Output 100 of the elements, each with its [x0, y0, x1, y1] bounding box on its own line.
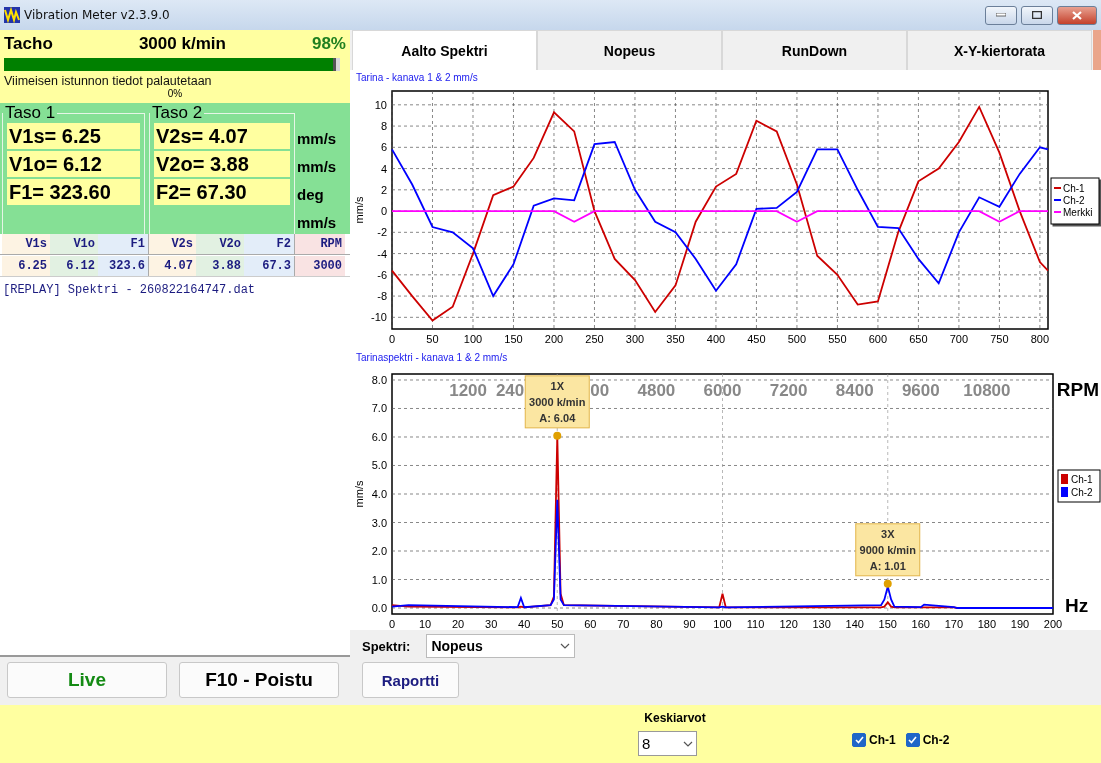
axis-tick-label: 300: [625, 333, 645, 345]
legend-label: Ch-2: [1063, 195, 1085, 206]
log-line: [REPLAY] Spektri - 260822164747.dat: [2, 282, 257, 297]
exit-button[interactable]: F10 - Poistu: [179, 662, 339, 698]
axis-tick-label: 10: [418, 618, 432, 630]
axis-tick-label: 6: [380, 141, 387, 154]
axis-tick-label: 110: [746, 618, 765, 630]
rpm-scale-label: 7200: [769, 381, 808, 400]
axis-tick-label: 60: [584, 618, 597, 630]
callout-text: 1X: [550, 379, 564, 392]
axis-tick-label: -8: [377, 290, 387, 303]
rpm-scale-label: 6000: [703, 381, 742, 400]
column-header: V1o: [50, 234, 98, 254]
callout-text: 9000 k/min: [859, 543, 916, 556]
axis-tick-label: 190: [1010, 618, 1030, 630]
callout-box: [524, 375, 590, 429]
reading-value: V2s= 4.07: [154, 123, 290, 149]
axis-tick-label: 1.0: [371, 573, 387, 586]
close-icon: [1072, 10, 1082, 20]
tab[interactable]: Aalto Spektri: [352, 30, 537, 70]
axis-tick-label: 140: [845, 618, 864, 630]
axis-tick-label: -2: [377, 226, 387, 239]
averages-select[interactable]: 8: [638, 731, 697, 756]
checkbox-icon[interactable]: [852, 733, 866, 747]
reading-value: F1= 323.60: [7, 179, 140, 205]
reading-value: V1o= 6.12: [7, 151, 140, 177]
axis-tick-label: 550: [828, 333, 847, 345]
table-cell: 6.12: [50, 256, 98, 276]
axis-tick-label: 0: [388, 618, 396, 630]
axis-tick-label: 650: [909, 333, 928, 345]
axis-tick-label: 80: [650, 618, 663, 630]
axis-tick-label: 4.0: [371, 488, 387, 500]
channel-checkbox[interactable]: Ch-2: [905, 733, 950, 747]
axis-tick-label: 50: [426, 333, 439, 345]
tab[interactable]: RunDown: [722, 30, 907, 70]
app-logo-icon: [4, 7, 20, 23]
checkbox-icon[interactable]: [905, 733, 920, 747]
status-text: Viimeisen istunnon tiedot palautetaan: [4, 74, 213, 88]
table-cell: 67.3: [244, 256, 294, 276]
axis-tick-label: 150: [504, 333, 523, 345]
callout-text: 3X: [881, 527, 895, 540]
axis-tick-label: 600: [868, 333, 888, 345]
chart-title: Tarina - kanava 1 & 2 mm/s: [355, 72, 479, 85]
spectrum-label: Spektri:: [362, 638, 411, 654]
progress-text: 0%: [167, 88, 183, 99]
table-cell: 6.25: [2, 256, 50, 276]
caret-icon: [560, 643, 571, 649]
channel-checkbox[interactable]: Ch-1: [852, 733, 896, 747]
hz-unit-label: Hz: [1065, 595, 1089, 616]
callout-text: A: 1.01: [869, 559, 906, 572]
axis-tick-label: 700: [949, 333, 969, 345]
axis-tick-label: 100: [713, 618, 732, 630]
averages-label: Keskiarvot: [644, 711, 706, 725]
chart-title: Tarinaspektri - kanava 1 & 2 mm/s: [355, 352, 509, 365]
table-cell: 3.88: [196, 256, 244, 276]
axis-tick-label: 200: [544, 333, 564, 345]
legend-label: Ch-2: [1071, 487, 1093, 498]
group-title: Taso 2: [151, 103, 204, 123]
rpm-scale-label: 10800: [963, 381, 1011, 400]
axis-tick-label: 30: [485, 618, 498, 630]
unit-label: deg: [297, 185, 325, 205]
axis-tick-label: 0: [388, 333, 396, 345]
axis-tick-label: 0.0: [371, 602, 387, 614]
window-title: Vibration Meter v2.3.9.0: [24, 8, 171, 22]
rpm-scale-label: 4800: [637, 381, 676, 400]
rpm-scale-label: 1200: [449, 381, 487, 400]
column-header: F2: [244, 234, 294, 254]
unit-label: mm/s: [297, 129, 338, 149]
rpm-unit-label: RPM: [1056, 379, 1099, 400]
maximize-button[interactable]: [1021, 5, 1053, 25]
minimize-button[interactable]: [985, 5, 1017, 25]
live-button[interactable]: Live: [7, 662, 167, 698]
axis-tick-label: 70: [617, 618, 630, 630]
rpm-scale-label: 9600: [901, 381, 940, 400]
axis-tick-label: 750: [990, 333, 1009, 345]
axis-tick-label: 40: [518, 618, 531, 630]
spectrum-select[interactable]: Nopeus: [426, 634, 576, 658]
column-header: V2s: [148, 234, 196, 254]
report-button[interactable]: Raportti: [362, 662, 459, 698]
table-cell: 3000: [294, 256, 345, 276]
axis-tick-label: 20: [452, 618, 465, 630]
axis-tick-label: 8.0: [371, 374, 387, 386]
unit-label: mm/s: [297, 157, 338, 177]
axis-tick-label: 130: [812, 618, 831, 630]
tab[interactable]: X-Y-kiertorata: [907, 30, 1092, 70]
legend-label: Merkki: [1063, 207, 1093, 218]
axis-tick-label: 2: [380, 183, 387, 196]
callout-text: 3000 k/min: [529, 395, 586, 408]
callout-box: [855, 523, 921, 577]
axis-tick-label: 8: [380, 120, 387, 133]
tab[interactable]: Nopeus: [537, 30, 722, 70]
axis-tick-label: -10: [371, 311, 387, 324]
table-cell: 4.07: [148, 256, 196, 276]
reading-value: V2o= 3.88: [154, 151, 290, 177]
close-button[interactable]: [1057, 5, 1097, 25]
column-header: RPM: [294, 234, 345, 254]
axis-tick-label: -4: [377, 247, 387, 260]
rpm-scale-label: 240: [495, 381, 525, 400]
legend-swatch: [1061, 487, 1068, 497]
axis-tick-label: 4: [380, 162, 387, 175]
